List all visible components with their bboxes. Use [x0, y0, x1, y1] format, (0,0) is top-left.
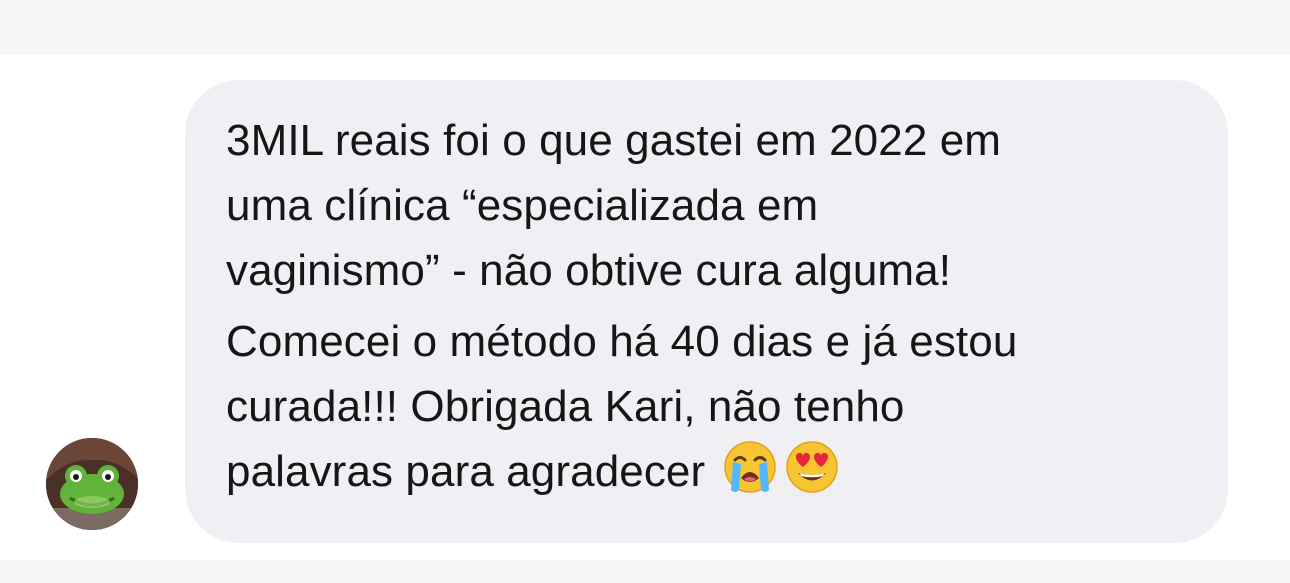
- message-line: uma clínica “especializada em: [226, 181, 819, 230]
- bottom-strip: [0, 560, 1290, 583]
- message-bubble[interactable]: 3MIL reais foi o que gastei em 2022 em u…: [185, 80, 1228, 543]
- message-line-text: palavras para agradecer: [226, 447, 706, 496]
- frog-avatar-icon: [46, 438, 138, 530]
- heart-eyes-face-icon: [785, 440, 839, 494]
- message-line: vaginismo” - não obtive cura alguma!: [226, 246, 952, 295]
- message-paragraph-1: 3MIL reais foi o que gastei em 2022 em u…: [226, 108, 1188, 303]
- top-strip: [0, 0, 1290, 55]
- message-line: curada!!! Obrigada Kari, não tenho: [226, 382, 905, 431]
- message-paragraph-2: Comecei o método há 40 dias e já estou c…: [226, 309, 1188, 504]
- loudly-crying-face-icon: [723, 440, 777, 494]
- message-line: 3MIL reais foi o que gastei em 2022 em: [226, 116, 1002, 165]
- message-line: Comecei o método há 40 dias e já estou: [226, 317, 1018, 366]
- message-line-with-emojis: palavras para agradecer: [226, 439, 1188, 504]
- sender-avatar[interactable]: [46, 438, 138, 530]
